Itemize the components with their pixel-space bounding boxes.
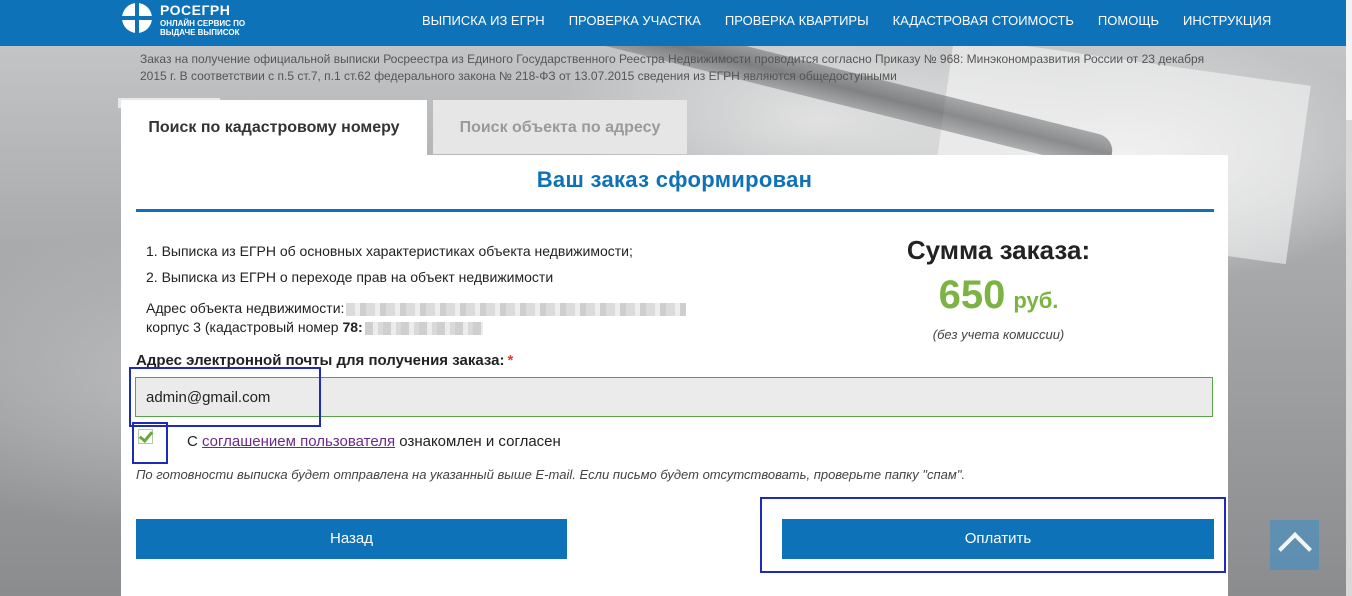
order-currency: руб.: [1013, 288, 1059, 313]
email-input[interactable]: [135, 377, 1213, 417]
legal-notice: Заказ на получение официальной выписки Р…: [140, 52, 1205, 83]
email-label: Адрес электронной почты для получения за…: [136, 352, 513, 369]
tab-cadastral-search[interactable]: Поиск по кадастровому номеру: [121, 100, 427, 156]
address-line-2: корпус 3 (кадастровый номер: [146, 319, 343, 335]
agreement-prefix: С: [187, 433, 202, 450]
scroll-to-top-icon[interactable]: [1270, 520, 1319, 570]
order-amount: 650: [938, 273, 1006, 317]
scrollbar-thumb[interactable]: [1346, 0, 1352, 120]
order-item: 2. Выписка из ЕГРН о переходе прав на об…: [146, 269, 554, 285]
agreement-text: С соглашением пользователя ознакомлен и …: [187, 433, 561, 450]
page-scrollbar[interactable]: [1346, 0, 1352, 596]
site-header: РОСЕГРН ОНЛАЙН СЕРВИС ПО ВЫДАЧЕ ВЫПИСОК …: [0, 0, 1352, 46]
order-panel: Ваш заказ сформирован 1. Выписка из ЕГРН…: [121, 155, 1228, 596]
email-label-text: Адрес электронной почты для получения за…: [136, 352, 505, 369]
logo-subtitle: ОНЛАЙН СЕРВИС ПО ВЫДАЧЕ ВЫПИСОК: [160, 19, 246, 37]
delivery-hint: По готовности выписка будет отправлена н…: [136, 467, 966, 482]
order-sum-label: Сумма заказа:: [906, 235, 1091, 265]
agreement-suffix: ознакомлен и согласен: [395, 433, 561, 450]
user-agreement-link[interactable]: соглашением пользователя: [202, 433, 395, 450]
agreement-checkbox[interactable]: [138, 429, 153, 444]
order-sum-value: 650 руб.: [891, 273, 1106, 318]
order-title: Ваш заказ сформирован: [536, 167, 813, 192]
address-label: Адрес объекта недвижимости:: [146, 300, 345, 316]
redacted-cadastral-number: [364, 321, 483, 335]
property-address: Адрес объекта недвижимости: корпус 3 (ка…: [146, 299, 687, 337]
redacted-address: [346, 302, 687, 316]
nav-help[interactable]: ПОМОЩЬ: [1086, 0, 1171, 42]
order-item: 1. Выписка из ЕГРН об основных характери…: [146, 243, 633, 259]
nav-instructions[interactable]: ИНСТРУКЦИЯ: [1171, 0, 1283, 42]
logo-title: РОСЕГРН: [160, 2, 231, 18]
nav-plot-check[interactable]: ПРОВЕРКА УЧАСТКА: [557, 0, 713, 42]
required-mark: *: [507, 352, 514, 369]
site-logo[interactable]: РОСЕГРН ОНЛАЙН СЕРВИС ПО ВЫДАЧЕ ВЫПИСОК: [122, 0, 272, 42]
pay-button[interactable]: Оплатить: [782, 519, 1214, 559]
title-divider: [136, 209, 1214, 212]
main-nav: ВЫПИСКА ИЗ ЕГРН ПРОВЕРКА УЧАСТКА ПРОВЕРК…: [410, 0, 1283, 42]
nav-egrn-extract[interactable]: ВЫПИСКА ИЗ ЕГРН: [410, 0, 557, 42]
tab-address-search[interactable]: Поиск объекта по адресу: [433, 100, 687, 154]
commission-note: (без учета комиссии): [932, 327, 1065, 342]
back-button[interactable]: Назад: [136, 519, 567, 559]
cadastral-prefix: 78:: [342, 319, 363, 335]
nav-cadastral-value[interactable]: КАДАСТРОВАЯ СТОИМОСТЬ: [881, 0, 1086, 42]
nav-apartment-check[interactable]: ПРОВЕРКА КВАРТИРЫ: [713, 0, 881, 42]
logo-emblem-icon: [122, 3, 152, 33]
